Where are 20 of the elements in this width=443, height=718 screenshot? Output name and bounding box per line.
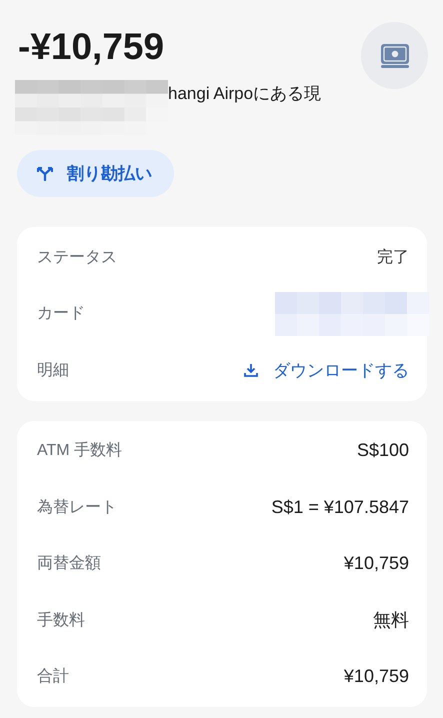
row-label: 手数料 bbox=[37, 610, 85, 631]
row-label: ATM 手数料 bbox=[37, 440, 122, 462]
row-label: ステータス bbox=[37, 248, 117, 268]
row-label: 両替金額 bbox=[37, 554, 101, 574]
download-link[interactable]: ダウンロードする bbox=[243, 358, 409, 382]
download-icon bbox=[243, 362, 259, 378]
row-label: カード bbox=[37, 304, 85, 324]
split-bill-button[interactable]: 割り勘払い bbox=[17, 150, 174, 197]
row-value: 完了 bbox=[377, 248, 409, 268]
row-label: 為替レート bbox=[37, 498, 117, 518]
split-icon bbox=[37, 166, 53, 180]
row-value: S$100 bbox=[356, 440, 409, 462]
transaction-amount: -¥10,759 bbox=[18, 25, 166, 69]
row-value: 無料 bbox=[373, 609, 409, 632]
row-value: ¥10,759 bbox=[344, 553, 409, 574]
merchant-text: hangi Airpoにある現 bbox=[168, 83, 322, 105]
row-label: 合計 bbox=[37, 666, 69, 688]
row-value: ¥10,759 bbox=[344, 666, 409, 688]
row-value: S$1 = ¥107.5847 bbox=[271, 496, 409, 518]
row-label: 明細 bbox=[37, 360, 69, 381]
